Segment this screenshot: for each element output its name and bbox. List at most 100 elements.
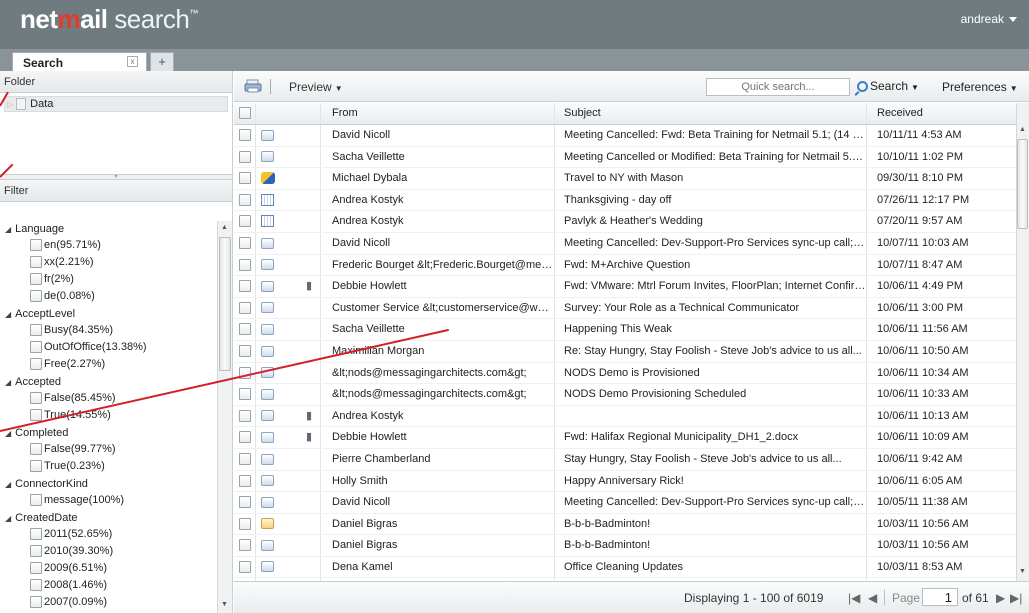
add-tab-button[interactable]: +: [150, 52, 174, 71]
row-checkbox[interactable]: [239, 258, 251, 271]
row-checkbox[interactable]: [239, 193, 251, 206]
row-checkbox[interactable]: [239, 345, 251, 358]
filter-option-checkbox[interactable]: [30, 256, 42, 269]
prev-page-icon[interactable]: ◀: [868, 591, 877, 605]
collapse-arrow-icon[interactable]: ◢: [5, 480, 11, 489]
quick-search-input[interactable]: [706, 78, 850, 96]
filter-option[interactable]: False(99.77%): [0, 442, 218, 459]
table-row[interactable]: &lt;nods@messagingarchitects.com&gt; NODS…: [234, 362, 1016, 385]
filter-option-checkbox[interactable]: [30, 545, 42, 558]
preferences-button[interactable]: Preferences ▼: [942, 80, 1018, 94]
scroll-up-icon[interactable]: ▲: [221, 224, 228, 231]
filter-option[interactable]: 2011(52.65%): [0, 527, 218, 544]
row-checkbox[interactable]: [239, 323, 251, 336]
filter-option-checkbox[interactable]: [30, 358, 42, 371]
table-row[interactable]: David Nicoll Meeting Cancelled: Dev-Suppo…: [234, 232, 1016, 255]
table-row[interactable]: &lt;nods@messagingarchitects.com&gt; NODS…: [234, 384, 1016, 406]
row-checkbox[interactable]: [239, 409, 251, 422]
filter-option[interactable]: Free(2.27%): [0, 357, 218, 374]
scroll-down-icon[interactable]: ▼: [1019, 568, 1026, 575]
table-row[interactable]: David Nicoll Meeting Cancelled: Dev-Suppo…: [234, 492, 1016, 514]
filter-option[interactable]: 2008(1.46%): [0, 578, 218, 595]
from-column-header[interactable]: From: [321, 103, 555, 124]
filter-option-checkbox[interactable]: [30, 460, 42, 473]
scroll-down-icon[interactable]: ▼: [221, 601, 228, 608]
filter-option-checkbox[interactable]: [30, 494, 42, 507]
row-checkbox[interactable]: [239, 496, 251, 509]
filter-option-checkbox[interactable]: [30, 562, 42, 575]
filter-option[interactable]: True(0.23%): [0, 459, 218, 476]
filter-option-checkbox[interactable]: [30, 409, 42, 422]
table-row[interactable]: Pierre Chamberland Stay Hungry, Stay Fool…: [234, 448, 1016, 471]
filter-group[interactable]: ◢ Completed: [0, 425, 218, 442]
table-row[interactable]: Frederic Bourget &lt;Frederic.Bourget@me…: [234, 254, 1016, 277]
table-row[interactable]: Andrea Kostyk Pavlyk & Heather's Wedding 0…: [234, 211, 1016, 233]
filter-option[interactable]: OutOfOffice(13.38%): [0, 340, 218, 357]
table-row[interactable]: Michael Dybala Travel to NY with Mason 09/…: [234, 168, 1016, 190]
results-scrollbar[interactable]: ▲ ▼: [1016, 103, 1029, 581]
row-checkbox[interactable]: [239, 172, 251, 185]
filter-scroll-thumb[interactable]: [219, 237, 231, 371]
filter-option-checkbox[interactable]: [30, 239, 42, 252]
row-checkbox[interactable]: [239, 280, 251, 293]
filter-scrollbar[interactable]: ▲ ▼: [217, 221, 232, 613]
filter-option[interactable]: 2010(39.30%): [0, 544, 218, 561]
preview-menu-button[interactable]: Preview ▼: [289, 80, 343, 94]
user-menu[interactable]: andreak: [961, 12, 1017, 26]
collapse-arrow-icon[interactable]: ◢: [5, 225, 11, 234]
filter-option-checkbox[interactable]: [30, 528, 42, 541]
table-row[interactable]: Sacha Veillette Meeting Cancelled or Modi…: [234, 146, 1016, 169]
row-checkbox[interactable]: [239, 474, 251, 487]
close-tab-icon[interactable]: x: [127, 56, 138, 67]
filter-option-checkbox[interactable]: [30, 341, 42, 354]
row-checkbox[interactable]: [239, 301, 251, 314]
folder-item-data[interactable]: ▷ Data: [4, 96, 228, 112]
table-row[interactable]: Holly Smith Happy Anniversary Rick! 10/06/…: [234, 470, 1016, 493]
collapse-arrow-icon[interactable]: ◢: [5, 514, 11, 523]
filter-option[interactable]: message(100%): [0, 493, 218, 510]
table-row[interactable]: ▮ Debbie Howlett Fwd: VMware: Mtrl Forum I…: [234, 276, 1016, 298]
filter-option[interactable]: de(0.08%): [0, 289, 218, 306]
filter-group[interactable]: ◢ AcceptLevel: [0, 306, 218, 323]
results-scroll-thumb[interactable]: [1017, 139, 1028, 229]
table-row[interactable]: Daniel Bigras B-b-b-Badminton! 10/03/11 10…: [234, 513, 1016, 536]
select-all-checkbox[interactable]: [239, 107, 251, 120]
filter-group[interactable]: ◢ Language: [0, 221, 218, 238]
tab-search[interactable]: Search x: [12, 52, 147, 71]
next-page-icon[interactable]: ▶: [996, 591, 1005, 605]
filter-option[interactable]: xx(2.21%): [0, 255, 218, 272]
row-checkbox[interactable]: [239, 453, 251, 465]
table-row[interactable]: Customer Service &lt;customerservice@web…: [234, 297, 1016, 320]
filter-option[interactable]: Busy(84.35%): [0, 323, 218, 340]
expand-arrow-icon[interactable]: ▷: [7, 100, 13, 109]
type-column-header[interactable]: [256, 103, 293, 124]
row-checkbox[interactable]: [239, 150, 251, 163]
scroll-up-icon[interactable]: ▲: [1019, 126, 1026, 133]
row-checkbox[interactable]: [239, 517, 251, 530]
table-row[interactable]: ▮ Debbie Howlett Fwd: Halifax Regional Mun…: [234, 427, 1016, 449]
filter-option-checkbox[interactable]: [30, 443, 42, 456]
table-row[interactable]: Dena KamelOffice Cleaning Updates 10/03/1…: [234, 556, 1016, 579]
row-checkbox[interactable]: [239, 388, 251, 401]
table-row[interactable]: David Nicoll Meeting Cancelled: Fwd: Beta…: [234, 125, 1016, 147]
table-row[interactable]: Sacha Veillette Happening This Weak 10/06/…: [234, 319, 1016, 341]
row-checkbox[interactable]: [239, 539, 251, 552]
page-number-input[interactable]: [922, 588, 958, 606]
filter-option[interactable]: fr(2%): [0, 272, 218, 289]
filter-option-checkbox[interactable]: [30, 273, 42, 286]
filter-option[interactable]: 2007(0.09%): [0, 595, 218, 612]
row-checkbox[interactable]: [239, 215, 251, 228]
row-checkbox[interactable]: [239, 431, 251, 444]
attachment-column-header[interactable]: [293, 103, 321, 124]
collapse-arrow-icon[interactable]: ◢: [5, 378, 11, 387]
print-icon[interactable]: [244, 79, 262, 93]
filter-option[interactable]: 2009(6.51%): [0, 561, 218, 578]
first-page-icon[interactable]: |◀: [848, 591, 860, 605]
collapse-arrow-icon[interactable]: ◢: [5, 310, 11, 319]
row-checkbox[interactable]: [239, 237, 251, 250]
filter-option-checkbox[interactable]: [30, 324, 42, 337]
filter-option-checkbox[interactable]: [30, 579, 42, 592]
filter-group[interactable]: ◢ CreatedDate: [0, 510, 218, 527]
table-row[interactable]: Daniel Bigras B-b-b-Badminton! 10/03/11 10…: [234, 535, 1016, 557]
filter-option[interactable]: en(95.71%): [0, 238, 218, 255]
